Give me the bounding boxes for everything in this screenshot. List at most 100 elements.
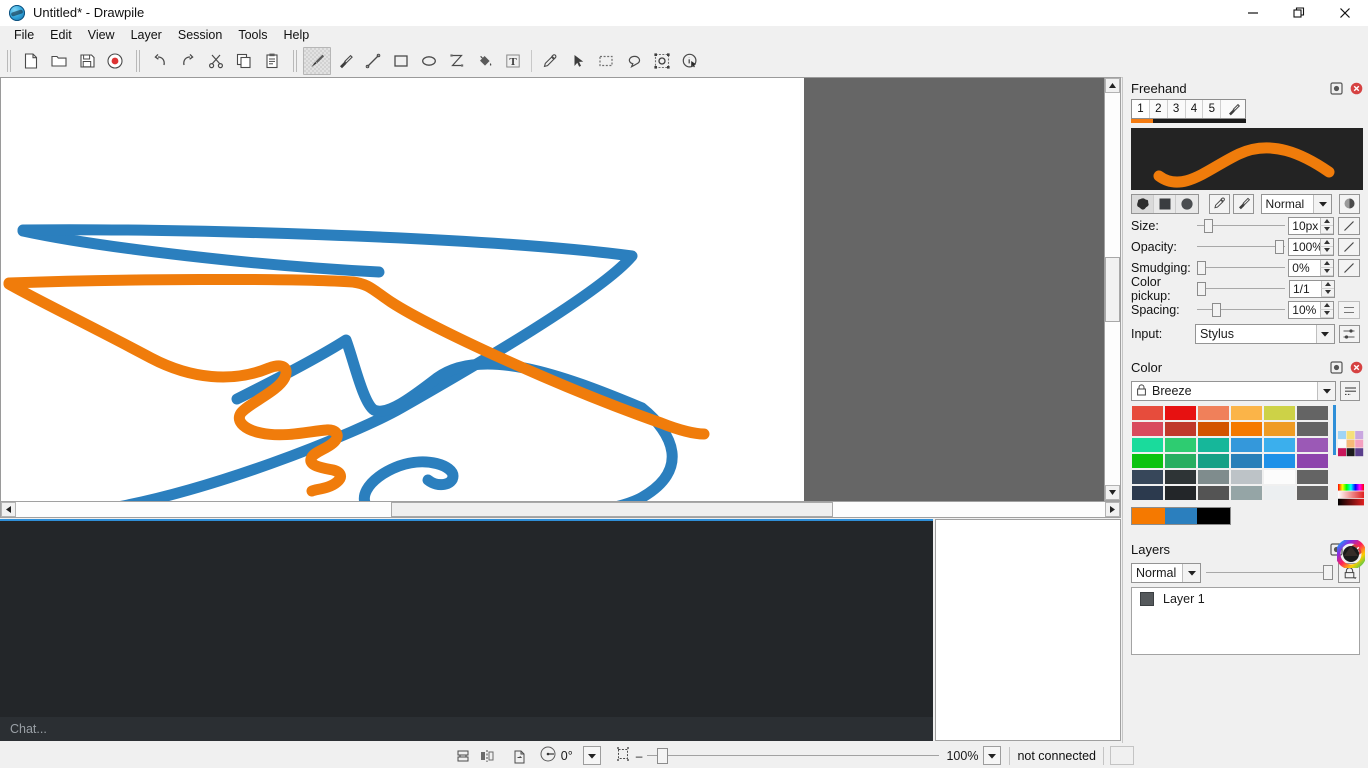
palette-swatch[interactable] bbox=[1197, 421, 1230, 437]
palette-swatch[interactable] bbox=[1263, 469, 1296, 485]
canvas-viewport[interactable] bbox=[0, 77, 1104, 501]
lock-canvas-icon[interactable] bbox=[451, 745, 475, 767]
spin-up-icon[interactable] bbox=[1320, 238, 1334, 247]
dock-close-icon[interactable] bbox=[1348, 80, 1364, 96]
palette-swatch[interactable] bbox=[1296, 469, 1329, 485]
brush-size-slider[interactable] bbox=[1196, 218, 1285, 234]
spin-arrows[interactable] bbox=[1320, 217, 1334, 234]
mirror-icon[interactable] bbox=[475, 745, 499, 767]
save-floppy-icon[interactable] bbox=[73, 47, 101, 75]
palette-swatch[interactable] bbox=[1230, 421, 1263, 437]
soft-round-brush-icon[interactable] bbox=[1132, 194, 1154, 213]
palette-swatch[interactable] bbox=[1263, 421, 1296, 437]
scroll-up-arrow-icon[interactable] bbox=[1105, 78, 1120, 93]
palette-swatch[interactable] bbox=[1197, 437, 1230, 453]
palette-swatch[interactable] bbox=[1263, 453, 1296, 469]
recent-color-swatch[interactable] bbox=[1164, 508, 1198, 524]
redo-arrow-icon[interactable] bbox=[174, 47, 202, 75]
new-document-icon[interactable] bbox=[17, 47, 45, 75]
brush-slot-2[interactable]: 2 bbox=[1150, 100, 1168, 118]
brush-input-select[interactable]: Stylus bbox=[1194, 323, 1335, 344]
palette-swatch[interactable] bbox=[1164, 437, 1197, 453]
brush-slot-1[interactable]: 1 bbox=[1132, 100, 1150, 118]
palette-swatch[interactable] bbox=[1164, 485, 1197, 501]
spin-up-icon[interactable] bbox=[1320, 217, 1334, 226]
undo-arrow-icon[interactable] bbox=[146, 47, 174, 75]
palette-swatch[interactable] bbox=[1164, 469, 1197, 485]
brush-type-group[interactable] bbox=[1131, 193, 1199, 214]
color-wheel-icon[interactable] bbox=[1335, 538, 1367, 571]
canvas-zoom-control[interactable]: – 100% bbox=[611, 746, 1002, 765]
spin-down-icon[interactable] bbox=[1320, 267, 1334, 276]
palette-swatch[interactable] bbox=[1131, 421, 1164, 437]
spin-arrows[interactable] bbox=[1320, 238, 1334, 255]
input-settings-icon[interactable] bbox=[1338, 324, 1360, 343]
toolbar-grip-file[interactable] bbox=[5, 49, 14, 72]
eraser-icon[interactable] bbox=[331, 47, 359, 75]
palette-swatch[interactable] bbox=[1197, 405, 1230, 421]
palette-swatch[interactable] bbox=[1131, 437, 1164, 453]
spin-arrows[interactable] bbox=[1320, 301, 1334, 318]
chevron-down-icon[interactable] bbox=[1315, 324, 1334, 343]
palette-swatch[interactable] bbox=[1197, 485, 1230, 501]
palette-swatch[interactable] bbox=[1164, 453, 1197, 469]
zoom-fit-icon[interactable] bbox=[615, 746, 631, 765]
inspector-info-icon[interactable] bbox=[676, 47, 704, 75]
palette-swatch[interactable] bbox=[1131, 469, 1164, 485]
slider-handle[interactable] bbox=[1197, 281, 1206, 296]
hsv-sliders-icon[interactable] bbox=[1337, 483, 1365, 510]
palette-swatch[interactable] bbox=[1131, 485, 1164, 501]
recent-color-swatch[interactable] bbox=[1132, 508, 1165, 524]
vertical-scroll-thumb[interactable] bbox=[1105, 257, 1120, 322]
brush-smudging-slider[interactable] bbox=[1196, 260, 1285, 276]
horizontal-scroll-thumb[interactable] bbox=[391, 502, 833, 517]
brush-slot-4[interactable]: 4 bbox=[1186, 100, 1204, 118]
brush-colorpickup-slider[interactable] bbox=[1197, 281, 1285, 297]
chevron-down-icon[interactable] bbox=[1317, 382, 1335, 400]
text-tool-icon[interactable]: T bbox=[499, 47, 527, 75]
eyedropper-icon[interactable] bbox=[536, 47, 564, 75]
zoom-dropdown-arrow-icon[interactable] bbox=[983, 746, 1002, 765]
slider-handle[interactable] bbox=[1196, 260, 1206, 275]
pixel-square-brush-icon[interactable] bbox=[1154, 194, 1176, 213]
toolbar-grip-edit[interactable] bbox=[134, 49, 143, 72]
palette-swatch[interactable] bbox=[1296, 453, 1329, 469]
menu-file[interactable]: File bbox=[6, 27, 42, 43]
hard-round-brush-icon[interactable] bbox=[1176, 195, 1198, 213]
brush-size-pressure-icon[interactable] bbox=[1338, 216, 1360, 235]
eraser-slot-icon[interactable] bbox=[1221, 100, 1245, 118]
palette-swatch[interactable] bbox=[1230, 437, 1263, 453]
spin-arrows[interactable] bbox=[1321, 280, 1334, 297]
palette-swatch[interactable] bbox=[1296, 437, 1329, 453]
canvas-horizontal-scrollbar[interactable] bbox=[0, 501, 1121, 518]
color-palette-grid[interactable] bbox=[1131, 405, 1329, 501]
palette-swatch[interactable] bbox=[1263, 437, 1296, 453]
transform-icon[interactable] bbox=[648, 47, 676, 75]
brush-opacity-slider[interactable] bbox=[1196, 239, 1285, 255]
menu-help[interactable]: Help bbox=[276, 27, 318, 43]
brush-spacing-spinbox[interactable]: 10% bbox=[1288, 300, 1335, 319]
palette-select[interactable]: Breeze bbox=[1131, 381, 1336, 401]
brush-smudging-pressure-icon[interactable] bbox=[1338, 258, 1360, 277]
zoom-slider-handle[interactable] bbox=[657, 747, 669, 764]
paintbrush-icon[interactable] bbox=[303, 46, 331, 75]
bezier-curve-icon[interactable] bbox=[443, 47, 471, 75]
spin-down-icon[interactable] bbox=[1320, 309, 1334, 318]
user-list-panel[interactable] bbox=[935, 519, 1121, 741]
canvas-vertical-scrollbar[interactable] bbox=[1104, 77, 1121, 501]
scissors-icon[interactable] bbox=[202, 47, 230, 75]
palette-swatch[interactable] bbox=[1164, 405, 1197, 421]
palette-swatch[interactable] bbox=[1131, 453, 1164, 469]
slider-handle[interactable] bbox=[1274, 239, 1284, 254]
rotation-dropdown-arrow-icon[interactable] bbox=[582, 746, 601, 765]
spin-down-icon[interactable] bbox=[1320, 225, 1334, 234]
brush-spacing-slider[interactable] bbox=[1196, 302, 1285, 318]
dock-close-icon[interactable] bbox=[1348, 359, 1364, 375]
chat-input[interactable]: Chat... bbox=[0, 717, 933, 741]
lasso-select-icon[interactable] bbox=[620, 47, 648, 75]
layer-opacity-slider[interactable] bbox=[1206, 564, 1333, 582]
menu-session[interactable]: Session bbox=[170, 27, 230, 43]
brush-spacing-extra-button[interactable] bbox=[1338, 300, 1360, 319]
brush-size-spinbox[interactable]: 10px bbox=[1288, 216, 1335, 235]
menu-tools[interactable]: Tools bbox=[230, 27, 275, 43]
